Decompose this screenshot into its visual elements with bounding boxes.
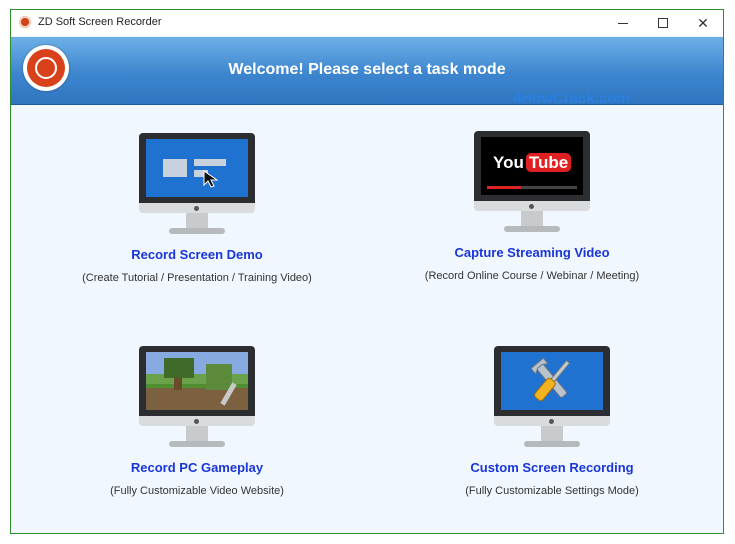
screen-demo-monitor-icon <box>139 133 255 239</box>
task-description: (Create Tutorial / Presentation / Traini… <box>82 272 312 284</box>
minimize-button[interactable] <box>603 10 643 36</box>
close-button[interactable]: ✕ <box>683 10 723 36</box>
minimize-icon <box>618 22 628 24</box>
app-window: ZD Soft Screen Recorder ✕ Welcome! Pleas… <box>10 9 724 534</box>
welcome-heading: Welcome! Please select a task mode <box>228 61 506 78</box>
wrench-screwdriver-icon <box>530 357 571 402</box>
app-logo-icon <box>19 16 31 28</box>
task-title: Capture Streaming Video <box>454 245 610 260</box>
task-record-screen-demo[interactable]: Record Screen Demo (Create Tutorial / Pr… <box>57 133 337 284</box>
task-capture-streaming-video[interactable]: You Tube Capture Streaming Video (Record … <box>392 131 672 282</box>
close-icon: ✕ <box>697 15 709 31</box>
task-record-pc-gameplay[interactable]: Record PC Gameplay (Fully Customizable V… <box>57 346 337 497</box>
task-description: (Record Online Course / Webinar / Meetin… <box>424 270 640 282</box>
task-title: Record PC Gameplay <box>130 460 264 475</box>
task-custom-screen-recording[interactable]: Custom Screen Recording (Fully Customiza… <box>412 346 692 497</box>
youtube-monitor-icon: You Tube <box>474 131 590 237</box>
task-title: Record Screen Demo <box>131 247 263 262</box>
youtube-logo-icon: You Tube <box>493 153 572 173</box>
watermark-text: 4HowCrack.com <box>513 90 630 107</box>
cursor-arrow-icon <box>203 170 219 188</box>
task-description: (Fully Customizable Video Website) <box>110 485 284 497</box>
window-title: ZD Soft Screen Recorder <box>38 16 162 28</box>
maximize-button[interactable] <box>643 10 683 36</box>
task-title: Custom Screen Recording <box>470 460 634 475</box>
gameplay-monitor-icon <box>139 346 255 452</box>
title-bar[interactable]: ZD Soft Screen Recorder ✕ <box>11 10 723 36</box>
task-description: (Fully Customizable Settings Mode) <box>465 485 639 497</box>
tools-monitor-icon <box>494 346 610 452</box>
maximize-icon <box>658 18 668 28</box>
